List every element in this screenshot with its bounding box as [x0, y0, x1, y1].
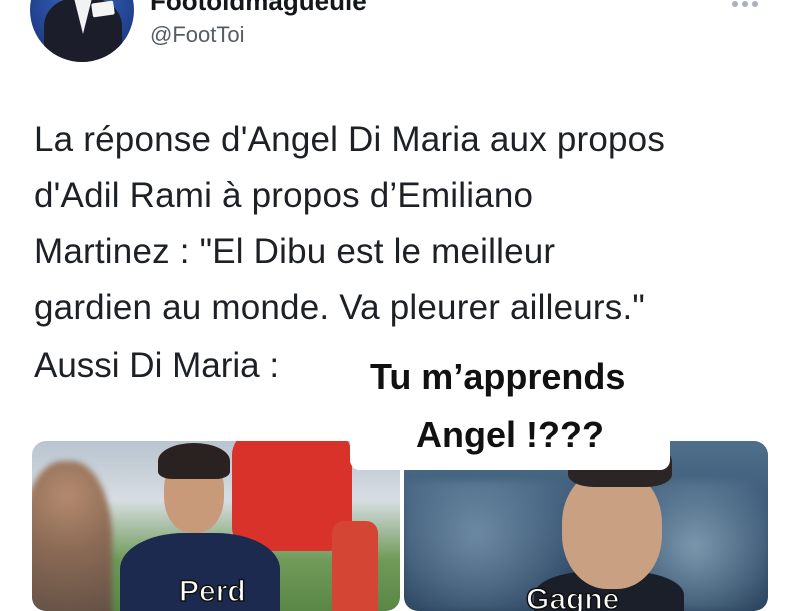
- player-face: [562, 469, 662, 589]
- tweet-text: La réponse d'Angel Di Maria aux propos d…: [34, 112, 774, 336]
- profile-avatar[interactable]: [30, 0, 134, 62]
- meme-caption-line-1: Tu m’apprends: [370, 356, 626, 397]
- player-hair: [158, 443, 230, 479]
- tweet-followup-text: Aussi Di Maria :: [34, 346, 280, 385]
- more-options-icon[interactable]: [732, 0, 766, 8]
- meme-label-right: Gagne: [525, 582, 620, 611]
- meme-caption-line-2: Angel !???: [416, 414, 604, 455]
- user-handle[interactable]: @FootToi: [150, 22, 244, 48]
- tweet-text-line: gardien au monde. Va pleurer ailleurs.": [34, 288, 646, 327]
- blurred-player: [32, 461, 112, 611]
- tweet-text-line: Martinez : "El Dibu est le meilleur: [34, 232, 556, 271]
- tweet-text-line: d'Adil Rami à propos d’Emiliano: [34, 176, 534, 215]
- display-name[interactable]: Footoidmagueule: [150, 0, 367, 17]
- red-kit-legs: [332, 521, 378, 611]
- meme-image-left[interactable]: Perd: [32, 441, 400, 611]
- tweet-text-line: La réponse d'Angel Di Maria aux propos: [34, 120, 666, 159]
- meme-label-left: Perd: [178, 574, 246, 609]
